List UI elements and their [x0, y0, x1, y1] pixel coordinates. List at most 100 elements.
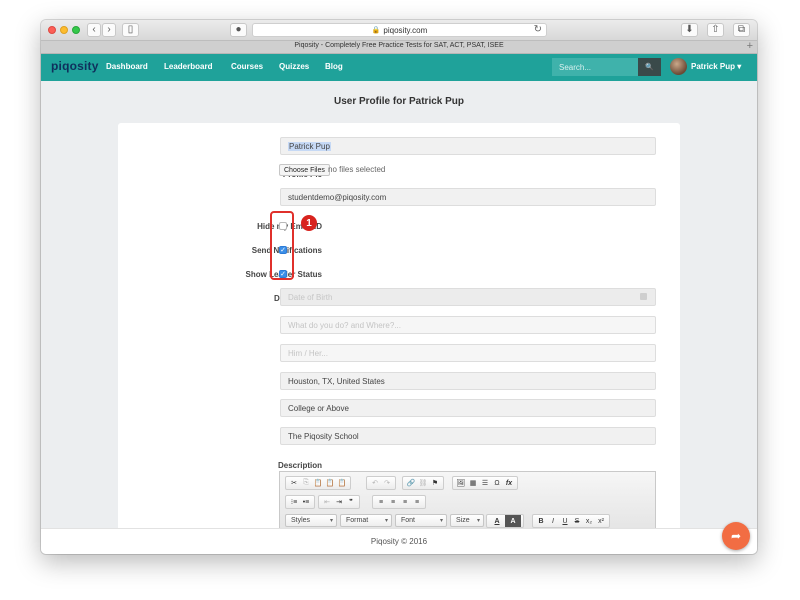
- text-color-icon[interactable]: A: [489, 515, 505, 527]
- chevron-left-icon: ‹: [92, 24, 96, 35]
- step-marker-badge: 1: [301, 215, 317, 231]
- unlink-icon[interactable]: ⛓: [417, 477, 429, 489]
- clipboard-group: ✂ ⎘ 📋 📋 📋: [285, 476, 351, 490]
- sidebar-button[interactable]: ▯: [122, 23, 139, 37]
- underline-icon[interactable]: U: [559, 515, 571, 527]
- footer-copyright: Piqosity © 2016: [370, 537, 428, 546]
- strikethrough-icon[interactable]: S: [571, 515, 583, 527]
- anchor-flag-icon[interactable]: ⚑: [429, 477, 441, 489]
- browser-window: ‹ › ▯ ● 🔒 piqosity.com ↻ ⬇ ⇧ ⧉ Piqosity …: [41, 20, 757, 554]
- address-bar[interactable]: 🔒 piqosity.com ↻: [252, 23, 547, 37]
- align-group: ≡ ≡ ≡ ≡: [372, 495, 426, 509]
- new-tab-icon[interactable]: +: [747, 40, 753, 52]
- copy-icon[interactable]: ⎘: [300, 477, 312, 489]
- paste-word-icon[interactable]: 📋: [336, 477, 348, 489]
- close-window-button[interactable]: [48, 26, 56, 34]
- full-name-field[interactable]: Patrick Pup: [280, 137, 656, 155]
- minimize-window-button[interactable]: [60, 26, 68, 34]
- styles-dropdown[interactable]: Styles ▾: [285, 514, 337, 527]
- tab-title[interactable]: Piqosity - Completely Free Practice Test…: [41, 42, 757, 49]
- dob-field[interactable]: Date of Birth: [280, 288, 656, 306]
- undo-icon[interactable]: ↶: [369, 477, 381, 489]
- horizontal-rule-icon[interactable]: ☰: [479, 477, 491, 489]
- chevron-down-icon: ▾: [439, 518, 443, 524]
- chevron-down-icon: ▾: [476, 518, 480, 524]
- cut-icon[interactable]: ✂: [288, 477, 300, 489]
- align-left-icon[interactable]: ≡: [375, 496, 387, 508]
- blockquote-icon[interactable]: ❞: [345, 496, 357, 508]
- school-field[interactable]: The Piqosity School: [280, 427, 656, 445]
- nav-link-dashboard[interactable]: Dashboard: [106, 62, 148, 71]
- description-label: Description: [277, 461, 322, 470]
- downloads-button[interactable]: ⬇: [681, 23, 698, 37]
- indent-icon[interactable]: ⇥: [333, 496, 345, 508]
- profile-form-card: Full Name Patrick Pup Profile Pic Choose…: [118, 123, 680, 546]
- chevron-down-icon: ▾: [329, 518, 333, 524]
- image-icon[interactable]: 🖼: [455, 477, 467, 489]
- nav-link-blog[interactable]: Blog: [325, 62, 343, 71]
- user-menu[interactable]: Patrick Pup ▾: [691, 62, 741, 71]
- download-icon: ⬇: [685, 24, 694, 35]
- align-justify-icon[interactable]: ≡: [411, 496, 423, 508]
- tab-bar: Piqosity - Completely Free Practice Test…: [41, 40, 757, 54]
- floating-share-button[interactable]: ➦: [722, 522, 750, 550]
- background-color-icon[interactable]: A: [505, 515, 521, 527]
- chevron-down-icon: ▾: [384, 518, 388, 524]
- bold-icon[interactable]: B: [535, 515, 547, 527]
- formula-icon[interactable]: fx: [503, 477, 515, 489]
- size-dropdown[interactable]: Size ▾: [450, 514, 484, 527]
- reload-icon[interactable]: ↻: [534, 24, 542, 35]
- checkbox-highlight-annotation: [270, 211, 294, 280]
- back-button[interactable]: ‹: [87, 23, 101, 37]
- site-logo[interactable]: piqosity: [51, 59, 99, 73]
- avatar[interactable]: [670, 58, 687, 75]
- page-title: User Profile for Patrick Pup: [333, 96, 465, 107]
- nav-link-quizzes[interactable]: Quizzes: [279, 62, 309, 71]
- table-icon[interactable]: ▦: [467, 477, 479, 489]
- list-group: ⁝≡ •≡: [285, 495, 315, 509]
- nav-link-leaderboard[interactable]: Leaderboard: [164, 62, 212, 71]
- align-center-icon[interactable]: ≡: [387, 496, 399, 508]
- location-field[interactable]: Houston, TX, United States: [280, 372, 656, 390]
- profession-field[interactable]: What do you do? and Where?...: [280, 316, 656, 334]
- show-leader-status-label: Show Leader Status: [245, 270, 322, 279]
- link-icon[interactable]: 🔗: [405, 477, 417, 489]
- shield-icon: ●: [235, 24, 242, 35]
- search-button[interactable]: 🔍: [638, 58, 661, 76]
- fullscreen-window-button[interactable]: [72, 26, 80, 34]
- font-dropdown-label: Font: [401, 517, 416, 524]
- file-status-text: no files selected: [328, 165, 386, 174]
- format-dropdown-label: Format: [346, 517, 369, 524]
- size-dropdown-label: Size: [456, 517, 470, 524]
- font-dropdown[interactable]: Font ▾: [395, 514, 447, 527]
- styles-dropdown-label: Styles: [291, 517, 311, 524]
- grade-field[interactable]: College or Above: [280, 399, 656, 417]
- undo-group: ↶ ↷: [366, 476, 396, 490]
- align-right-icon[interactable]: ≡: [399, 496, 411, 508]
- forward-button[interactable]: ›: [102, 23, 116, 37]
- site-navbar: piqosity Dashboard Leaderboard Courses Q…: [41, 54, 757, 81]
- choose-files-button[interactable]: Choose Files: [279, 164, 330, 176]
- italic-icon[interactable]: I: [547, 515, 559, 527]
- email-field[interactable]: studentdemo@piqosity.com: [280, 188, 656, 206]
- superscript-icon[interactable]: x²: [595, 515, 607, 527]
- dob-placeholder: Date of Birth: [288, 292, 333, 302]
- url-text: piqosity.com: [383, 25, 428, 35]
- format-dropdown[interactable]: Format ▾: [340, 514, 392, 527]
- nav-link-courses[interactable]: Courses: [231, 62, 263, 71]
- gender-field[interactable]: Him / Her...: [280, 344, 656, 362]
- numbered-list-icon[interactable]: ⁝≡: [288, 496, 300, 508]
- redo-icon[interactable]: ↷: [381, 477, 393, 489]
- calendar-icon[interactable]: [640, 293, 647, 300]
- outdent-icon[interactable]: ⇤: [321, 496, 333, 508]
- search-input[interactable]: Search...: [552, 58, 638, 76]
- share-page-button[interactable]: ⇧: [707, 23, 724, 37]
- sidebar-icon: ▯: [127, 24, 134, 35]
- paste-icon[interactable]: 📋: [312, 477, 324, 489]
- bulleted-list-icon[interactable]: •≡: [300, 496, 312, 508]
- special-char-icon[interactable]: Ω: [491, 477, 503, 489]
- subscript-icon[interactable]: x₂: [583, 515, 595, 527]
- privacy-button[interactable]: ●: [230, 23, 247, 37]
- show-tabs-button[interactable]: ⧉: [733, 23, 750, 37]
- paste-text-icon[interactable]: 📋: [324, 477, 336, 489]
